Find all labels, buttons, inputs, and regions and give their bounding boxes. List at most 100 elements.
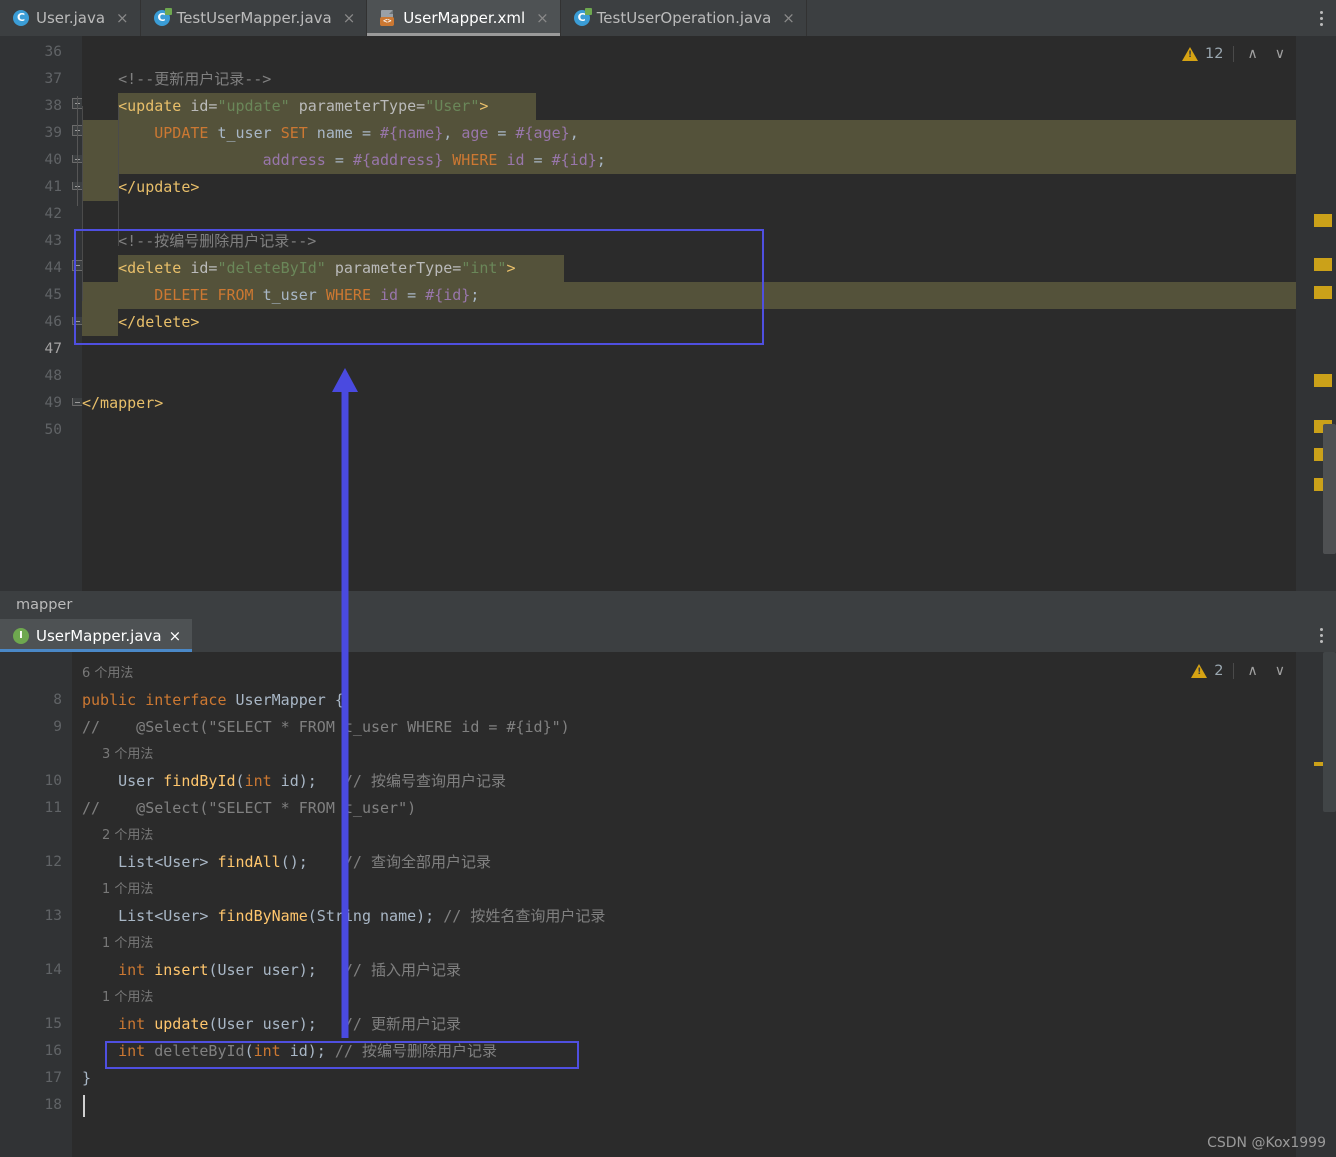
error-stripe-top[interactable] [1296,36,1336,591]
code-token: , [443,124,462,142]
editor-tab-user-java[interactable]: User.java × [0,0,141,36]
line-number[interactable]: 40 [2,147,62,174]
gutter-top[interactable]: 36 37 38 39 40 41 42 43 44 45 46 47 48 49 50 [6,36,72,591]
editor-tab-usermapper-xml[interactable]: <> UserMapper.xml × [367,0,561,36]
code-token: t_user [253,286,326,304]
tab-options-icon[interactable] [1306,0,1336,36]
line-number[interactable]: 10 [2,768,62,795]
line-number[interactable]: 42 [2,201,62,228]
line-number[interactable]: 16 [2,1038,62,1065]
error-stripe-bottom[interactable] [1296,652,1336,1157]
code-line[interactable]: UPDATE t_user SET name = #{name}, age = … [82,120,578,147]
close-icon[interactable]: × [169,627,182,645]
close-icon[interactable]: × [536,10,549,26]
code-line[interactable]: </update> [82,174,199,201]
code-line[interactable]: </delete> [82,309,199,336]
line-number[interactable]: 43 [2,228,62,255]
code-line[interactable]: int deleteById(int id); // 按编号删除用户记录 [82,1038,497,1065]
code-token: DELETE [154,286,209,304]
line-number[interactable]: 48 [2,363,62,390]
code-token: > [506,259,516,277]
next-problem-button[interactable]: ∨ [1270,664,1290,678]
line-number[interactable]: 18 [2,1092,62,1119]
code-line[interactable]: List<User> findAll(); // 查询全部用户记录 [82,849,491,876]
code-vision-usages-hint[interactable]: 1 个用法 [102,984,153,1011]
code-line[interactable]: <delete id="deleteById" parameterType="i… [82,255,516,282]
inspection-widget-bottom[interactable]: 2 ∧ ∨ [1191,663,1290,679]
code-line[interactable]: // @Select("SELECT * FROM t_user WHERE i… [82,714,570,741]
code-token: #{address} [352,151,444,169]
code-line[interactable]: User findById(int id); // 按编号查询用户记录 [82,768,506,795]
editor-pane-java[interactable]: 8 9 10 11 12 13 14 15 16 17 18 6 个用法 public interfa… [0,652,1336,1157]
close-icon[interactable]: × [343,10,356,26]
line-number[interactable]: 14 [2,957,62,984]
line-number[interactable]: 47 [2,336,62,363]
line-number[interactable]: 38 [2,93,62,120]
line-number[interactable]: 12 [2,849,62,876]
breadcrumb[interactable]: mapper [0,591,1336,619]
code-line[interactable]: <!--更新用户记录--> [82,66,271,93]
editor-tab-testusermapper-java[interactable]: TestUserMapper.java × [141,0,368,36]
line-number[interactable]: 49 [2,390,62,417]
code-line[interactable]: } [82,1065,91,1092]
code-line[interactable]: public interface UserMapper { [82,687,344,714]
gutter-bottom[interactable]: 8 9 10 11 12 13 14 15 16 17 18 [6,652,72,1157]
next-problem-button[interactable]: ∨ [1270,47,1290,61]
editor-pane-xml[interactable]: 36 37 38 39 40 41 42 43 44 45 46 47 48 49 50 <!--更新用户记… [0,36,1336,591]
stripe-warning-marker[interactable] [1314,286,1332,299]
stripe-warning-marker[interactable] [1314,374,1332,387]
code-line[interactable]: List<User> findByName(String name); // 按… [82,903,605,930]
line-number[interactable]: 9 [2,714,62,741]
line-number[interactable]: 15 [2,1011,62,1038]
editor-tab-usermapper-java[interactable]: UserMapper.java × [0,619,193,652]
java-test-class-icon [153,8,172,26]
line-number[interactable]: 13 [2,903,62,930]
vertical-scrollbar-thumb-bottom[interactable] [1323,652,1336,812]
close-icon[interactable]: × [782,10,795,26]
code-content-xml[interactable]: <!--更新用户记录--> <update id="update" parame… [82,36,1296,591]
line-number[interactable]: 45 [2,282,62,309]
code-line[interactable]: address = #{address} WHERE id = #{id}; [82,147,606,174]
line-number[interactable]: 17 [2,1065,62,1092]
line-number[interactable]: 41 [2,174,62,201]
line-number[interactable]: 36 [2,39,62,66]
line-number[interactable]: 44 [2,255,62,282]
code-line[interactable]: </mapper> [82,390,163,417]
line-number[interactable]: 39 [2,120,62,147]
code-line[interactable]: int insert(User user); // 插入用户记录 [82,957,461,984]
code-token: ; [470,286,480,304]
prev-problem-button[interactable]: ∧ [1243,47,1263,61]
prev-problem-button[interactable]: ∧ [1243,664,1263,678]
vertical-scrollbar-thumb-top[interactable] [1323,424,1336,554]
code-token: id= [181,259,218,277]
code-token: // 更新用户记录 [316,1015,461,1033]
fold-gutter-top[interactable] [72,36,120,591]
line-number[interactable]: 46 [2,309,62,336]
code-token: </delete> [118,313,200,331]
code-line[interactable]: // @Select("SELECT * FROM t_user") [82,795,416,822]
stripe-warning-marker[interactable] [1314,258,1332,271]
code-vision-usages-hint[interactable]: 2 个用法 [102,822,153,849]
code-line[interactable]: DELETE FROM t_user WHERE id = #{id}; [82,282,479,309]
editor-tab-testuseroperation-java[interactable]: TestUserOperation.java × [561,0,807,36]
indent-guide [118,106,119,246]
breadcrumb-item-mapper[interactable]: mapper [16,597,72,613]
line-number[interactable]: 8 [2,687,62,714]
inspection-widget-top[interactable]: 12 ∧ ∨ [1182,46,1290,62]
code-vision-usages-hint[interactable]: 1 个用法 [102,876,153,903]
stripe-warning-marker[interactable] [1314,214,1332,227]
code-vision-usages-hint[interactable]: 3 个用法 [102,741,153,768]
code-line[interactable]: <update id="update" parameterType="User"… [82,93,488,120]
code-token: // @Select("SELECT * FROM t_user") [82,799,417,817]
code-line[interactable]: int update(User user); // 更新用户记录 [82,1011,461,1038]
code-vision-usages-hint[interactable]: 1 个用法 [102,930,153,957]
line-number[interactable]: 37 [2,66,62,93]
ide-window: User.java × TestUserMapper.java × <> UserMapp… [0,0,1336,1157]
code-vision-usages-hint[interactable]: 6 个用法 [82,660,133,687]
line-number[interactable]: 50 [2,417,62,444]
code-content-java[interactable]: 6 个用法 public interface UserMapper {// @Se… [72,652,1296,1157]
line-number[interactable]: 11 [2,795,62,822]
close-icon[interactable]: × [116,10,129,26]
tab-options-icon[interactable] [1306,619,1336,652]
